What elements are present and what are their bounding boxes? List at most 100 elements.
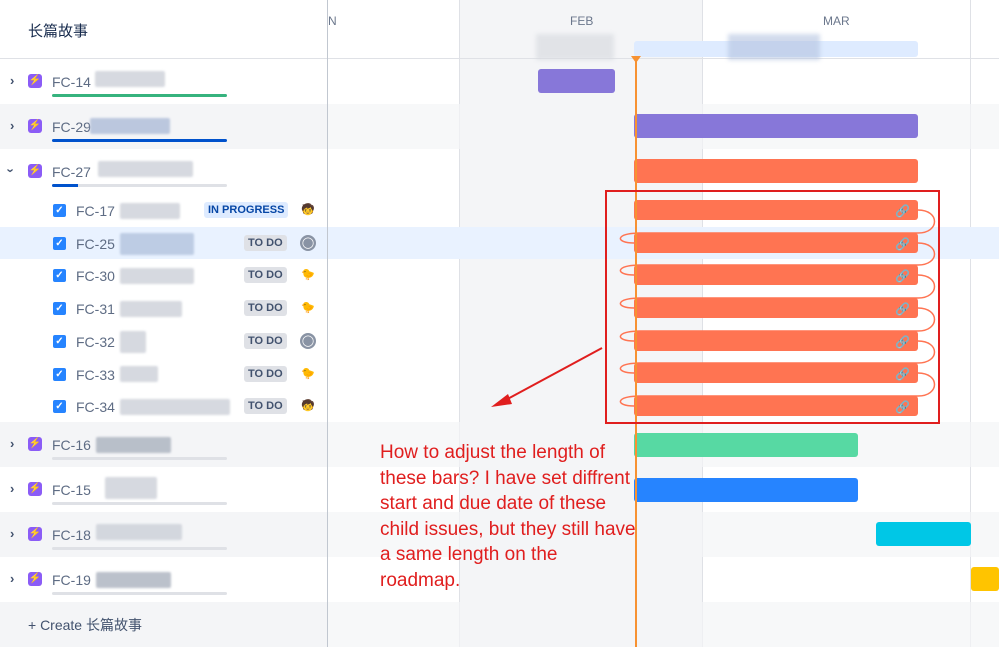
redacted-summary bbox=[120, 331, 146, 353]
annotation-highlight-box bbox=[605, 190, 940, 424]
issue-key[interactable]: FC-32 bbox=[76, 334, 115, 350]
epic-row[interactable]: › ⚡ FC-18 bbox=[0, 512, 327, 557]
status-badge[interactable]: TO DO bbox=[244, 398, 287, 414]
assignee-avatar[interactable]: ◯ bbox=[300, 333, 316, 349]
redacted-summary bbox=[120, 203, 180, 219]
epic-icon: ⚡ bbox=[28, 119, 42, 133]
status-badge[interactable]: TO DO bbox=[244, 333, 287, 349]
header-divider bbox=[328, 58, 999, 59]
epic-bar[interactable] bbox=[971, 567, 999, 591]
month-label: N bbox=[328, 14, 337, 28]
status-badge[interactable]: TO DO bbox=[244, 235, 287, 251]
assignee-avatar[interactable]: 🐤 bbox=[300, 300, 316, 316]
status-badge[interactable]: TO DO bbox=[244, 300, 287, 316]
issue-key[interactable]: FC-18 bbox=[52, 527, 91, 543]
issue-key[interactable]: FC-16 bbox=[52, 437, 91, 453]
chevron-right-icon[interactable]: › bbox=[10, 436, 14, 451]
child-issue-row[interactable]: ✓ FC-17 IN PROGRESS 🧒 bbox=[0, 194, 327, 227]
epic-icon: ⚡ bbox=[28, 572, 42, 586]
assignee-avatar[interactable]: 🐤 bbox=[300, 366, 316, 382]
task-checkbox-icon: ✓ bbox=[53, 302, 66, 315]
chevron-right-icon[interactable]: › bbox=[10, 73, 14, 88]
redacted-summary bbox=[96, 524, 182, 540]
month-label: FEB bbox=[570, 14, 594, 28]
epic-icon: ⚡ bbox=[28, 164, 42, 178]
row-stripe bbox=[328, 602, 999, 647]
status-badge[interactable]: IN PROGRESS bbox=[204, 202, 289, 218]
issue-key[interactable]: FC-17 bbox=[76, 203, 115, 219]
epic-icon: ⚡ bbox=[28, 74, 42, 88]
progress-bar bbox=[52, 139, 227, 142]
redacted-summary bbox=[90, 118, 170, 134]
annotation-text: How to adjust the length of these bars? … bbox=[380, 442, 636, 591]
redacted-summary bbox=[96, 437, 171, 453]
status-badge[interactable]: TO DO bbox=[244, 267, 287, 283]
chevron-right-icon[interactable]: › bbox=[10, 481, 14, 496]
task-checkbox-icon: ✓ bbox=[53, 400, 66, 413]
progress-bar bbox=[52, 457, 227, 460]
chevron-right-icon[interactable]: › bbox=[10, 571, 14, 586]
progress-bar bbox=[52, 592, 227, 595]
child-issue-row[interactable]: ✓ FC-30 TO DO 🐤 bbox=[0, 259, 327, 292]
task-checkbox-icon: ✓ bbox=[53, 237, 66, 250]
epic-row-expanded[interactable]: › ⚡ FC-27 bbox=[0, 149, 327, 194]
redacted-summary bbox=[120, 233, 194, 255]
issue-key[interactable]: FC-33 bbox=[76, 367, 115, 383]
issue-key[interactable]: FC-25 bbox=[76, 236, 115, 252]
epic-row[interactable]: › ⚡ FC-16 bbox=[0, 422, 327, 467]
issue-key[interactable]: FC-27 bbox=[52, 164, 91, 180]
task-checkbox-icon: ✓ bbox=[53, 204, 66, 217]
progress-bar bbox=[52, 94, 227, 97]
panel-title: 长篇故事 bbox=[28, 23, 89, 40]
progress-bar bbox=[52, 502, 227, 505]
today-marker-cap bbox=[631, 56, 641, 63]
assignee-avatar[interactable]: 🐤 bbox=[300, 267, 316, 283]
child-issue-row[interactable]: ✓ FC-25 TO DO ◯ bbox=[0, 227, 327, 259]
create-epic-button[interactable]: + Create 长篇故事 bbox=[28, 615, 142, 635]
assignee-avatar[interactable]: ◯ bbox=[300, 235, 316, 251]
epic-icon: ⚡ bbox=[28, 527, 42, 541]
epic-bar[interactable] bbox=[634, 159, 918, 183]
redacted-summary bbox=[98, 161, 193, 177]
chevron-right-icon[interactable]: › bbox=[10, 526, 14, 541]
progress-bar bbox=[52, 184, 227, 187]
epic-row[interactable]: › ⚡ FC-15 bbox=[0, 467, 327, 512]
chevron-right-icon[interactable]: › bbox=[10, 118, 14, 133]
epic-bar[interactable] bbox=[634, 478, 858, 502]
redacted-summary bbox=[120, 399, 230, 415]
epic-row[interactable]: › ⚡ FC-14 bbox=[0, 59, 327, 104]
child-issue-row[interactable]: ✓ FC-32 TO DO ◯ bbox=[0, 325, 327, 358]
redacted-summary bbox=[120, 366, 158, 382]
issue-key[interactable]: FC-19 bbox=[52, 572, 91, 588]
redacted-summary bbox=[120, 301, 182, 317]
epic-row[interactable]: › ⚡ FC-29 bbox=[0, 104, 327, 149]
assignee-avatar[interactable]: 🧒 bbox=[300, 398, 316, 414]
epic-bar[interactable] bbox=[876, 522, 971, 546]
redacted-summary bbox=[95, 71, 165, 87]
epic-bar[interactable] bbox=[634, 433, 858, 457]
epic-icon: ⚡ bbox=[28, 482, 42, 496]
issue-key[interactable]: FC-29 bbox=[52, 119, 91, 135]
child-issue-row[interactable]: ✓ FC-31 TO DO 🐤 bbox=[0, 292, 327, 325]
redacted-summary bbox=[96, 572, 171, 588]
epic-bar[interactable] bbox=[634, 114, 918, 138]
child-issue-row[interactable]: ✓ FC-34 TO DO 🧒 bbox=[0, 391, 327, 422]
redacted-release-label bbox=[728, 34, 820, 60]
issue-key[interactable]: FC-31 bbox=[76, 301, 115, 317]
epic-icon: ⚡ bbox=[28, 437, 42, 451]
issue-key[interactable]: FC-34 bbox=[76, 399, 115, 415]
redacted-summary bbox=[120, 268, 194, 284]
status-badge[interactable]: TO DO bbox=[244, 366, 287, 382]
epic-row[interactable]: › ⚡ FC-19 bbox=[0, 557, 327, 602]
issue-key[interactable]: FC-14 bbox=[52, 74, 91, 90]
task-checkbox-icon: ✓ bbox=[53, 335, 66, 348]
issue-key[interactable]: FC-30 bbox=[76, 268, 115, 284]
assignee-avatar[interactable]: 🧒 bbox=[300, 202, 316, 218]
progress-bar bbox=[52, 547, 227, 550]
issue-key[interactable]: FC-15 bbox=[52, 482, 91, 498]
issue-list-panel: 长篇故事 › ⚡ FC-14 › ⚡ FC-29 › ⚡ FC-27 ✓ FC-… bbox=[0, 0, 328, 647]
epic-bar[interactable] bbox=[538, 69, 615, 93]
chevron-down-icon[interactable]: › bbox=[4, 168, 19, 172]
child-issue-row[interactable]: ✓ FC-33 TO DO 🐤 bbox=[0, 358, 327, 391]
task-checkbox-icon: ✓ bbox=[53, 368, 66, 381]
